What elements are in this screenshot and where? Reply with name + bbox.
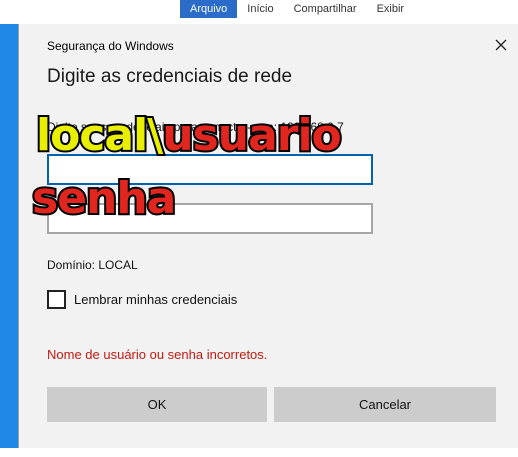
remember-credentials-row[interactable]: Lembrar minhas credenciais	[47, 290, 237, 309]
ribbon-tab-compartilhar[interactable]: Compartilhar	[284, 0, 367, 18]
background-window-bottom	[0, 448, 518, 457]
ribbon-tab-arquivo[interactable]: Arquivo	[180, 0, 238, 18]
cancel-button[interactable]: Cancelar	[274, 387, 496, 422]
remember-checkbox[interactable]	[47, 290, 66, 309]
ribbon-tab-exibir[interactable]: Exibir	[367, 0, 415, 18]
username-hint-domain: local\	[34, 110, 165, 161]
dialog-heading: Digite as credenciais de rede	[47, 66, 293, 87]
username-hint-user: usuario	[160, 110, 344, 161]
remember-label: Lembrar minhas credenciais	[74, 292, 238, 307]
credentials-dialog: Segurança do Windows Digite as credencia…	[18, 24, 518, 448]
error-message: Nome de usuário ou senha incorretos.	[47, 347, 268, 362]
domain-label: Domínio: LOCAL	[47, 258, 138, 272]
password-hint-overlay: senha	[30, 173, 178, 224]
background-ribbon: Arquivo Início Compartilhar Exibir	[180, 0, 414, 18]
ok-button[interactable]: OK	[47, 387, 267, 422]
window-title: Segurança do Windows	[47, 39, 174, 53]
ribbon-tab-inicio[interactable]: Início	[237, 0, 283, 18]
close-button[interactable]	[487, 32, 515, 58]
close-icon	[495, 39, 507, 51]
username-hint-overlay: local\usuario	[34, 112, 344, 160]
